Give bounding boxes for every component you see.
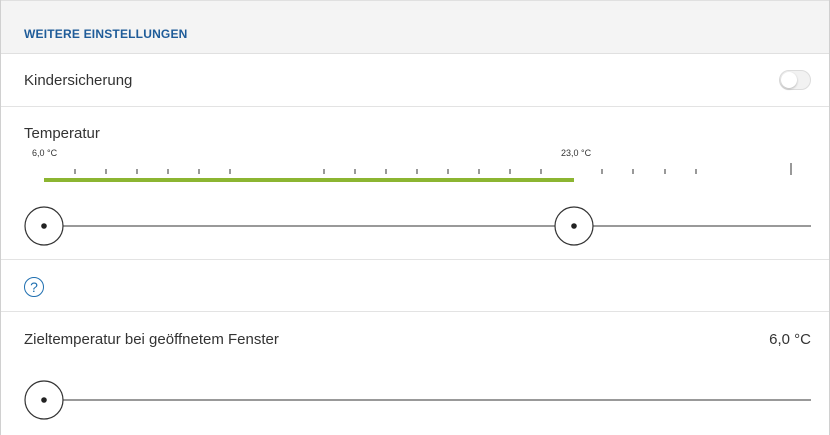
- child-lock-row: Kindersicherung: [1, 54, 829, 107]
- child-lock-label: Kindersicherung: [24, 72, 133, 89]
- window-target-slider: [24, 380, 811, 420]
- help-row: ?: [1, 260, 829, 312]
- window-slider-handle[interactable]: [24, 380, 64, 420]
- toggle-knob: [781, 72, 797, 88]
- section-header: WEITERE EINSTELLUNGEN: [1, 0, 829, 54]
- temperature-scale: [24, 163, 811, 246]
- temperature-row: Temperatur 6,0 °C 23,0 °C: [1, 107, 829, 260]
- section-title: WEITERE EINSTELLUNGEN: [24, 27, 188, 41]
- temperature-low-handle[interactable]: [24, 206, 64, 246]
- window-target-row: Zieltemperatur bei geöffnetem Fenster 6,…: [1, 312, 829, 435]
- settings-panel: WEITERE EINSTELLUNGEN Kindersicherung Te…: [0, 0, 830, 435]
- temperature-range-bar: [44, 178, 574, 182]
- temperature-high-handle[interactable]: [554, 206, 594, 246]
- help-icon[interactable]: ?: [24, 277, 44, 297]
- child-lock-toggle[interactable]: [779, 70, 811, 90]
- temperature-ticks: [74, 163, 792, 175]
